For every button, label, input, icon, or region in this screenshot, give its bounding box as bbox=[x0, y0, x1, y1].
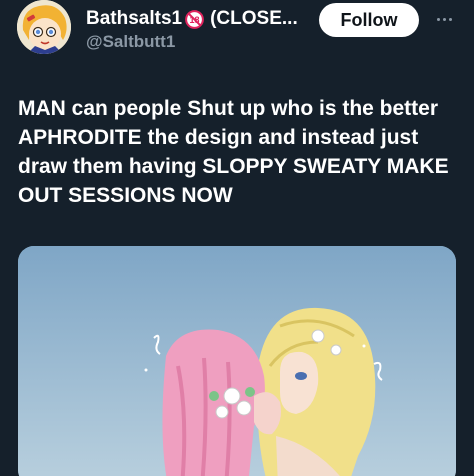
follow-button[interactable]: Follow bbox=[319, 3, 419, 37]
tweet-text: MAN can people Shut up who is the better… bbox=[18, 97, 449, 207]
more-horizontal-icon bbox=[436, 17, 440, 21]
illustration bbox=[18, 246, 456, 476]
display-name[interactable]: Bathsalts1 bbox=[86, 8, 182, 30]
avatar-image bbox=[17, 0, 71, 54]
display-name-suffix[interactable]: (CLOSE... bbox=[210, 8, 298, 30]
tweet-page: Bathsalts1 18 (CLOSE... @Saltbutt1 Follo… bbox=[0, 0, 474, 476]
display-name-row[interactable]: Bathsalts1 18 (CLOSE... bbox=[86, 6, 298, 32]
more-horizontal-icon-dot-3 bbox=[448, 17, 452, 21]
tweet-media-image[interactable] bbox=[18, 246, 456, 476]
tweet-header: Bathsalts1 18 (CLOSE... @Saltbutt1 Follo… bbox=[0, 0, 474, 70]
user-handle[interactable]: @Saltbutt1 bbox=[86, 32, 175, 52]
avatar[interactable] bbox=[17, 0, 71, 54]
no-under-18-icon: 18 bbox=[185, 9, 205, 29]
more-horizontal-icon-dot-2 bbox=[442, 17, 446, 21]
more-options-button[interactable] bbox=[428, 8, 460, 30]
